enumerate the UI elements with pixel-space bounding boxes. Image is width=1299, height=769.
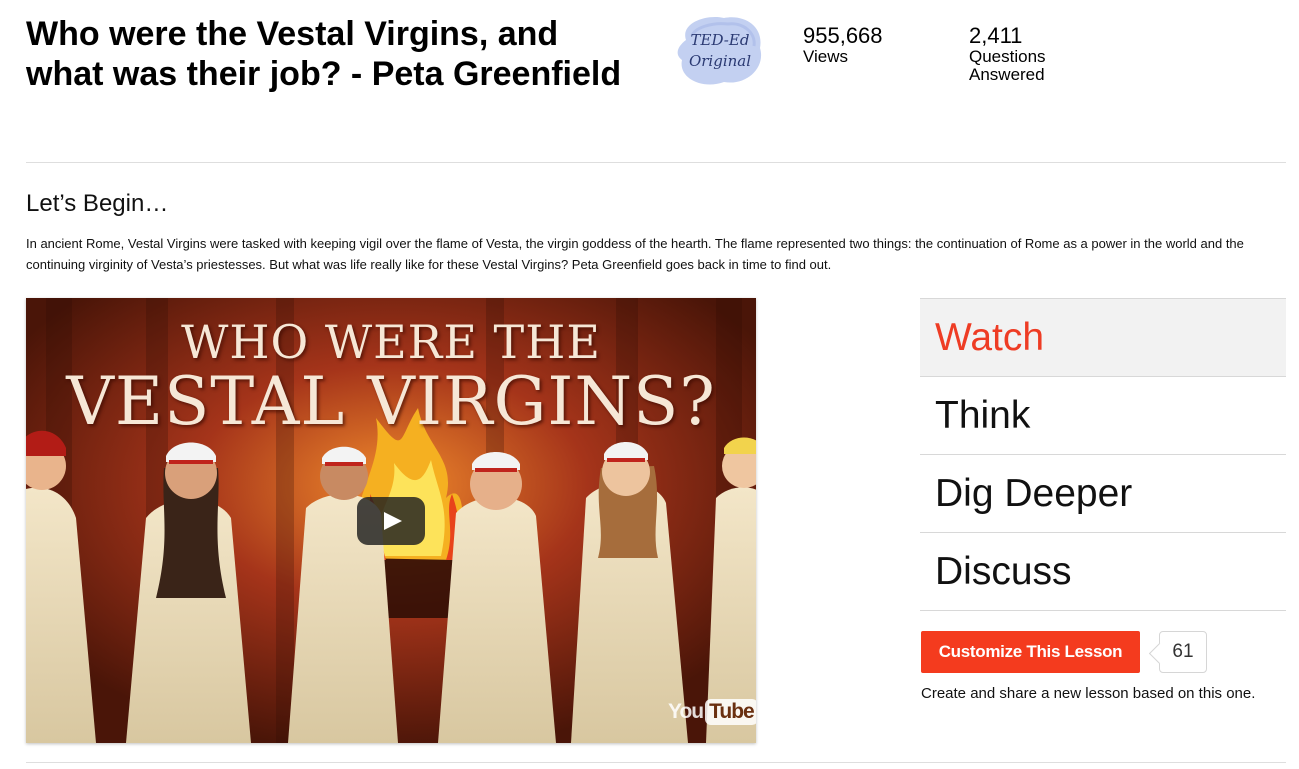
views-stat: 955,668 Views (803, 24, 883, 66)
answered-count: 2,411 (969, 23, 1023, 48)
customize-lesson-button[interactable]: Customize This Lesson (921, 631, 1140, 673)
lesson-title: Who were the Vestal Virgins, and what wa… (26, 15, 622, 93)
badge-text-line1: TED-Ed (691, 31, 750, 49)
views-count: 955,668 (803, 23, 883, 48)
badge-text-line2: Original (689, 52, 751, 70)
video-title-line2: VESTAL VIRGINS? (66, 363, 716, 440)
lesson-description: In ancient Rome, Vestal Virgins were tas… (26, 236, 1244, 272)
nav-item-dig-deeper[interactable]: Dig Deeper (920, 454, 1286, 532)
section-heading: Let’s Begin… (26, 190, 169, 217)
lesson-nav: Watch Think Dig Deeper Discuss (920, 298, 1286, 611)
questions-answered-stat: 2,411 Questions Answered (969, 24, 1046, 84)
youtube-logo-you: You (668, 700, 704, 723)
customize-count-badge: 61 (1159, 631, 1207, 673)
answered-label-line2: Answered (969, 65, 1045, 84)
ted-ed-original-badge: TED-Ed Original (672, 10, 768, 90)
nav-item-discuss[interactable]: Discuss (920, 532, 1286, 610)
youtube-logo-tube: Tube (705, 699, 756, 725)
footer-divider (26, 762, 1286, 763)
video-title-line1: WHO WERE THE (181, 315, 601, 369)
youtube-logo[interactable]: You Tube (668, 697, 756, 727)
nav-item-think[interactable]: Think (920, 376, 1286, 454)
customize-note: Create and share a new lesson based on t… (921, 685, 1256, 702)
nav-item-watch[interactable]: Watch (920, 298, 1286, 376)
video-player[interactable]: WHO WERE THE VESTAL VIRGINS? You Tube (26, 298, 756, 743)
views-label: Views (803, 47, 849, 66)
header-divider (26, 162, 1286, 163)
customize-count: 61 (1172, 641, 1194, 662)
answered-label-line1: Questions (969, 47, 1046, 66)
play-button[interactable] (357, 497, 425, 545)
